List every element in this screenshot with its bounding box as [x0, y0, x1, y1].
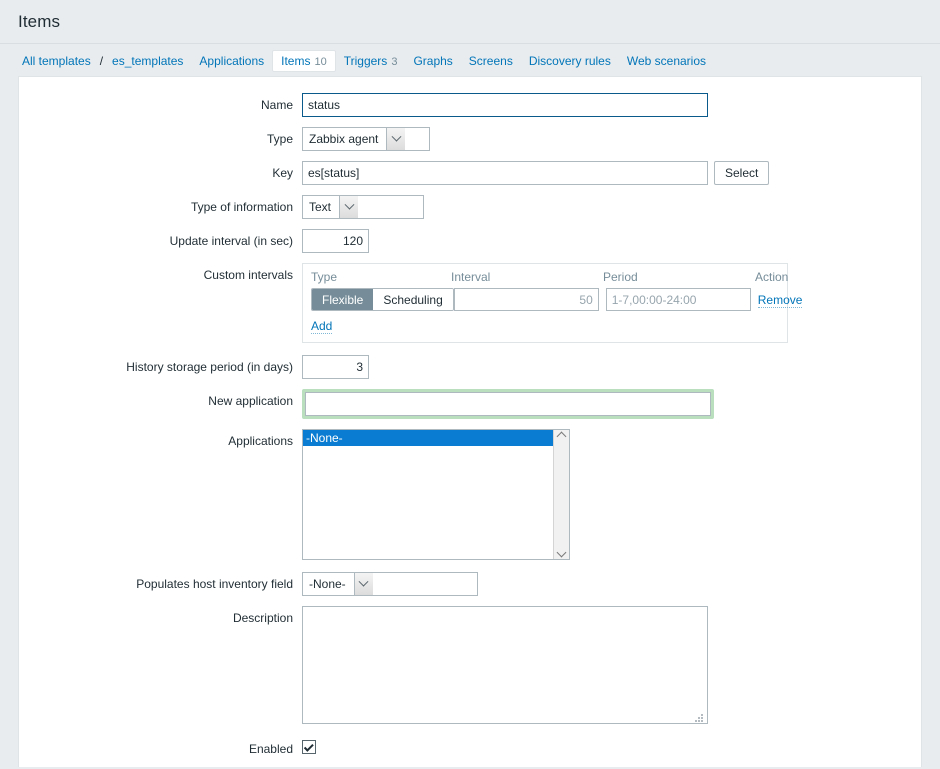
- nav-item-items-count: 10: [314, 55, 327, 68]
- interval-input[interactable]: [453, 288, 599, 311]
- update-interval-input[interactable]: [302, 229, 369, 253]
- interval-type-toggle[interactable]: Flexible Scheduling: [311, 288, 454, 311]
- applications-option-list: -None-: [303, 430, 553, 559]
- type-select-value: Zabbix agent: [309, 132, 379, 146]
- type-of-information-select[interactable]: Text: [302, 195, 424, 219]
- nav-item-graphs[interactable]: Graphs: [405, 50, 460, 72]
- nav-item-applications[interactable]: Applications: [191, 50, 272, 72]
- form-row-new-application: New application: [19, 389, 921, 419]
- nav-item-items-label: Items: [281, 53, 311, 68]
- scroll-up-icon[interactable]: [556, 431, 567, 442]
- description-label: Description: [232, 611, 293, 625]
- key-label: Key: [272, 166, 293, 180]
- new-application-input[interactable]: [305, 392, 711, 416]
- form-row-enabled: Enabled: [19, 737, 921, 756]
- nav-item-all-templates[interactable]: All templates: [14, 50, 99, 72]
- chevron-down-icon: [353, 573, 373, 595]
- history-storage-period-input[interactable]: [302, 355, 369, 379]
- form-row-name: Name: [19, 93, 921, 117]
- host-inventory-field-label: Populates host inventory field: [136, 577, 293, 591]
- update-interval-label: Update interval (in sec): [169, 234, 293, 248]
- key-select-button[interactable]: Select: [714, 161, 770, 185]
- form-row-custom-intervals: Custom intervals Type Interval Period Ac…: [19, 263, 921, 343]
- nav-item-triggers-label: Triggers: [343, 53, 388, 68]
- type-of-information-label: Type of information: [190, 200, 293, 214]
- history-storage-period-label: History storage period (in days): [126, 360, 293, 374]
- column-header-interval: Interval: [451, 270, 491, 284]
- host-inventory-field-value: -None-: [309, 577, 346, 591]
- name-input[interactable]: [302, 93, 708, 117]
- type-label: Type: [266, 132, 293, 146]
- toggle-flexible[interactable]: Flexible: [312, 289, 374, 310]
- form-row-history-storage-period: History storage period (in days): [19, 355, 921, 379]
- period-input[interactable]: [605, 288, 751, 311]
- breadcrumb: All templates / es_templates Application…: [0, 44, 940, 76]
- page-title: Items: [18, 12, 61, 31]
- add-interval-link[interactable]: Add: [311, 319, 333, 334]
- enabled-checkbox[interactable]: [302, 740, 316, 754]
- form-row-type-of-information: Type of information Text: [19, 195, 921, 219]
- table-row: Flexible Scheduling Remove: [311, 288, 803, 311]
- nav-item-triggers-count: 3: [391, 55, 398, 68]
- toggle-scheduling[interactable]: Scheduling: [373, 289, 453, 310]
- custom-intervals-header: Type Interval Period Action: [311, 270, 788, 288]
- enabled-label: Enabled: [248, 742, 293, 756]
- type-of-information-value: Text: [309, 200, 332, 214]
- applications-listbox[interactable]: -None-: [302, 429, 570, 560]
- custom-intervals-table: Type Interval Period Action Flexible Sch…: [302, 263, 803, 343]
- form-row-key: Key Select: [19, 161, 921, 185]
- nav-item-web-scenarios[interactable]: Web scenarios: [619, 50, 714, 72]
- nav-item-screens[interactable]: Screens: [461, 50, 521, 72]
- form-row-description: Description: [19, 606, 921, 727]
- applications-label: Applications: [228, 434, 293, 448]
- key-input[interactable]: [302, 161, 708, 185]
- nav-item-discovery-rules[interactable]: Discovery rules: [521, 50, 619, 72]
- nav-item-items[interactable]: Items 10: [272, 49, 336, 72]
- custom-intervals-label: Custom intervals: [203, 268, 293, 282]
- nav-item-triggers[interactable]: Triggers 3: [336, 50, 406, 72]
- name-label: Name: [260, 98, 293, 112]
- type-select[interactable]: Zabbix agent: [302, 127, 430, 151]
- chevron-down-icon: [339, 196, 359, 218]
- new-application-label: New application: [208, 394, 293, 408]
- form-row-type: Type Zabbix agent: [19, 127, 921, 151]
- chevron-down-icon: [386, 128, 406, 150]
- check-icon: [303, 741, 314, 752]
- column-header-type: Type: [311, 270, 338, 284]
- form-row-update-interval: Update interval (in sec): [19, 229, 921, 253]
- column-header-period: Period: [603, 270, 638, 284]
- nav-item-es-templates[interactable]: es_templates: [104, 50, 191, 72]
- scroll-down-icon[interactable]: [556, 547, 567, 558]
- description-wrapper: [302, 606, 708, 727]
- host-inventory-field-select[interactable]: -None-: [302, 572, 478, 596]
- item-form-panel: Name Type Zabbix agent Key Select Type o…: [18, 76, 922, 767]
- description-textarea[interactable]: [302, 606, 708, 724]
- column-header-action: Action: [755, 270, 789, 284]
- form-row-host-inventory-field: Populates host inventory field -None-: [19, 572, 921, 596]
- new-application-focus-ring: [302, 389, 714, 419]
- page-header: Items: [0, 0, 940, 44]
- remove-interval-link[interactable]: Remove: [757, 292, 803, 308]
- list-item[interactable]: -None-: [303, 430, 553, 446]
- form-row-applications: Applications -None-: [19, 429, 921, 560]
- listbox-scrollbar[interactable]: [553, 430, 569, 559]
